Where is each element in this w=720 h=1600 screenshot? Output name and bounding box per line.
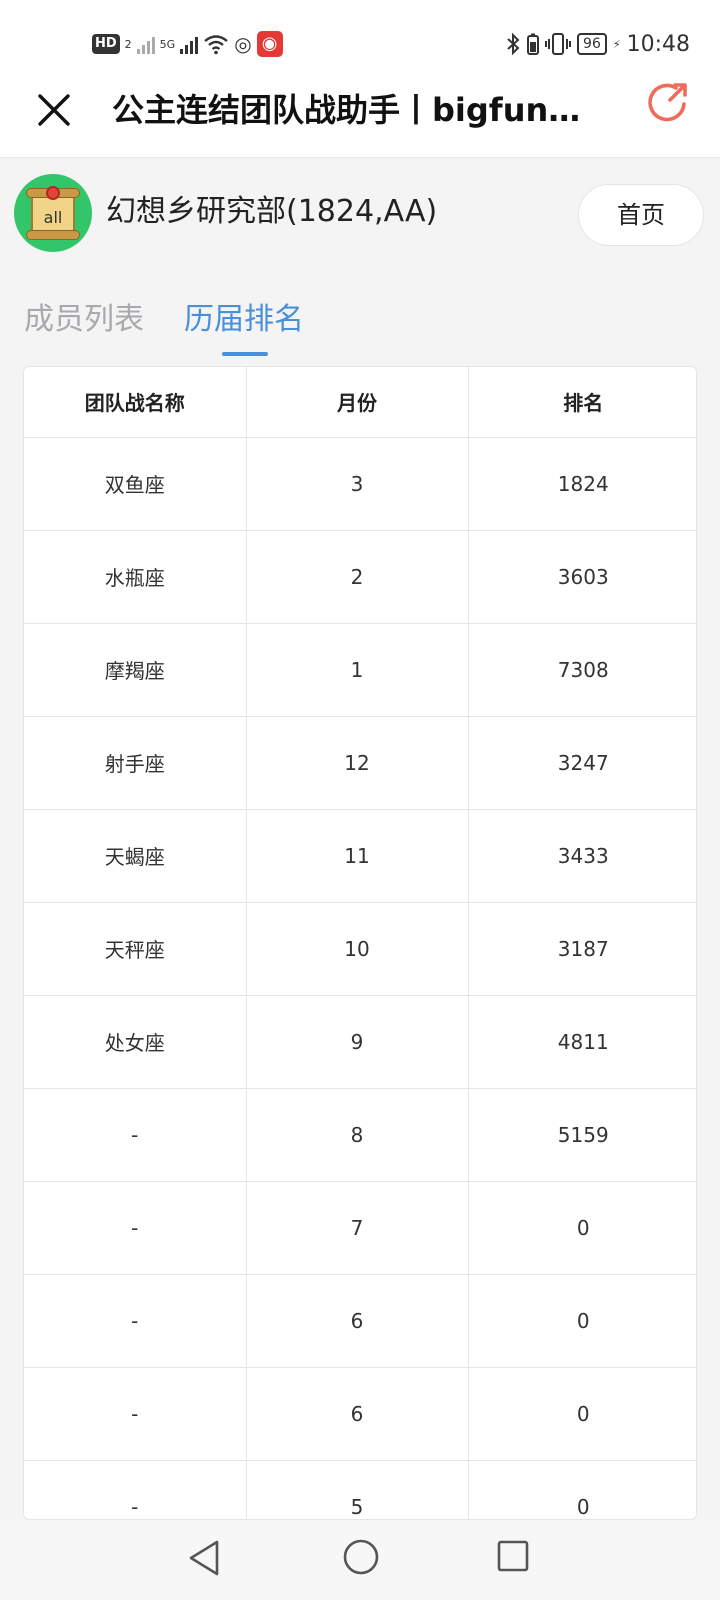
home-circle-icon[interactable] bbox=[342, 1538, 380, 1576]
guild-name: 幻想乡研究部(1824,AA) bbox=[106, 194, 438, 229]
table-row: 摩羯座 1 7308 bbox=[24, 623, 696, 717]
cell-rank: 3433 bbox=[468, 809, 696, 903]
cell-month: 6 bbox=[246, 1274, 469, 1368]
table-row: 处女座 9 4811 bbox=[24, 995, 696, 1089]
ranking-table: 团队战名称 月份 排名 双鱼座 3 1824 水瓶座 2 3603 摩羯座 1 … bbox=[23, 366, 697, 1520]
guild-header: all 幻想乡研究部(1824,AA) 首页 bbox=[0, 158, 720, 268]
cell-rank: 0 bbox=[468, 1367, 696, 1461]
avatar: all bbox=[14, 174, 92, 252]
active-tab-indicator bbox=[222, 352, 268, 356]
table-row: 射手座 12 3247 bbox=[24, 716, 696, 810]
cell-rank: 3603 bbox=[468, 530, 696, 624]
table-header-row: 团队战名称 月份 排名 bbox=[24, 367, 696, 438]
close-icon[interactable] bbox=[32, 88, 76, 132]
header-rank: 排名 bbox=[468, 367, 696, 438]
header-month: 月份 bbox=[246, 367, 469, 438]
app-notification-icon: ◎ bbox=[234, 32, 252, 56]
tab-bar: 成员列表 历届排名 bbox=[0, 268, 720, 358]
clock: 10:48 bbox=[626, 31, 690, 57]
cell-month: 12 bbox=[246, 716, 469, 810]
table-row: - 6 0 bbox=[24, 1367, 696, 1461]
cell-name: 水瓶座 bbox=[24, 530, 247, 624]
cell-name: 双鱼座 bbox=[24, 437, 247, 531]
cell-name: 摩羯座 bbox=[24, 623, 247, 717]
cell-rank: 3187 bbox=[468, 902, 696, 996]
wifi-icon bbox=[204, 35, 228, 55]
cell-month: 5 bbox=[246, 1460, 469, 1519]
system-nav-bar bbox=[0, 1520, 720, 1600]
signal-bars-2-icon bbox=[180, 34, 199, 54]
battery-small-icon bbox=[527, 33, 540, 55]
cell-name: 天秤座 bbox=[24, 902, 247, 996]
cell-month: 1 bbox=[246, 623, 469, 717]
vibrate-icon bbox=[545, 33, 572, 55]
cell-month: 10 bbox=[246, 902, 469, 996]
app-screen: HD 2 5G ◎ ◉ 96 ⚡ 10:48 公主连结团队战助手丨bigfun社… bbox=[0, 0, 720, 1600]
table-row: - 5 0 bbox=[24, 1460, 696, 1519]
network-label: 5G bbox=[159, 37, 176, 51]
signal-bars-1-icon bbox=[136, 34, 155, 54]
cell-month: 2 bbox=[246, 530, 469, 624]
scroll-bottom-roll bbox=[26, 230, 80, 240]
cell-name: - bbox=[24, 1181, 247, 1275]
cell-month: 9 bbox=[246, 995, 469, 1089]
tab-history-ranking[interactable]: 历届排名 bbox=[184, 298, 304, 342]
cell-month: 11 bbox=[246, 809, 469, 903]
ranking-table-grid: 团队战名称 月份 排名 双鱼座 3 1824 水瓶座 2 3603 摩羯座 1 … bbox=[24, 367, 696, 1519]
charging-icon: ⚡ bbox=[612, 37, 621, 51]
hd-badge: HD bbox=[92, 34, 120, 54]
tab-member-list[interactable]: 成员列表 bbox=[24, 298, 144, 342]
battery-level: 96 bbox=[577, 33, 607, 55]
title-bar: 公主连结团队战助手丨bigfun社... bbox=[0, 80, 720, 158]
cell-rank: 5159 bbox=[468, 1088, 696, 1182]
table-row: - 6 0 bbox=[24, 1274, 696, 1368]
cell-rank: 3247 bbox=[468, 716, 696, 810]
status-right: 96 ⚡ 10:48 bbox=[505, 28, 690, 60]
back-triangle-icon[interactable] bbox=[186, 1538, 222, 1578]
cell-month: 6 bbox=[246, 1367, 469, 1461]
cell-month: 8 bbox=[246, 1088, 469, 1182]
recent-square-icon[interactable] bbox=[496, 1539, 530, 1573]
cell-rank: 4811 bbox=[468, 995, 696, 1089]
table-row: 双鱼座 3 1824 bbox=[24, 437, 696, 531]
share-icon[interactable] bbox=[646, 80, 690, 124]
status-left: HD 2 5G ◎ ◉ bbox=[92, 30, 283, 58]
header-name: 团队战名称 bbox=[24, 367, 247, 438]
table-row: 水瓶座 2 3603 bbox=[24, 530, 696, 624]
table-row: - 8 5159 bbox=[24, 1088, 696, 1182]
seal-icon bbox=[46, 186, 60, 200]
bluetooth-icon bbox=[507, 32, 520, 56]
table-body: 双鱼座 3 1824 水瓶座 2 3603 摩羯座 1 7308 射手座 12 bbox=[24, 437, 696, 1519]
cell-rank: 1824 bbox=[468, 437, 696, 531]
cell-name: - bbox=[24, 1460, 247, 1519]
music-app-icon: ◉ bbox=[256, 31, 283, 57]
cell-name: 天蝎座 bbox=[24, 809, 247, 903]
cell-rank: 0 bbox=[468, 1181, 696, 1275]
cell-name: 射手座 bbox=[24, 716, 247, 810]
cell-month: 3 bbox=[246, 437, 469, 531]
cell-name: - bbox=[24, 1088, 247, 1182]
cell-name: 处女座 bbox=[24, 995, 247, 1089]
page-title: 公主连结团队战助手丨bigfun社... bbox=[112, 91, 612, 129]
cell-month: 7 bbox=[246, 1181, 469, 1275]
status-bar: HD 2 5G ◎ ◉ 96 ⚡ 10:48 bbox=[0, 0, 720, 80]
table-row: - 7 0 bbox=[24, 1181, 696, 1275]
table-row: 天蝎座 11 3433 bbox=[24, 809, 696, 903]
cell-rank: 7308 bbox=[468, 623, 696, 717]
cell-rank: 0 bbox=[468, 1460, 696, 1519]
cell-name: - bbox=[24, 1367, 247, 1461]
cell-rank: 0 bbox=[468, 1274, 696, 1368]
table-row: 天秤座 10 3187 bbox=[24, 902, 696, 996]
cell-name: - bbox=[24, 1274, 247, 1368]
sim-label: 2 bbox=[124, 37, 132, 51]
avatar-text: all bbox=[43, 208, 63, 227]
home-button[interactable]: 首页 bbox=[578, 184, 704, 246]
